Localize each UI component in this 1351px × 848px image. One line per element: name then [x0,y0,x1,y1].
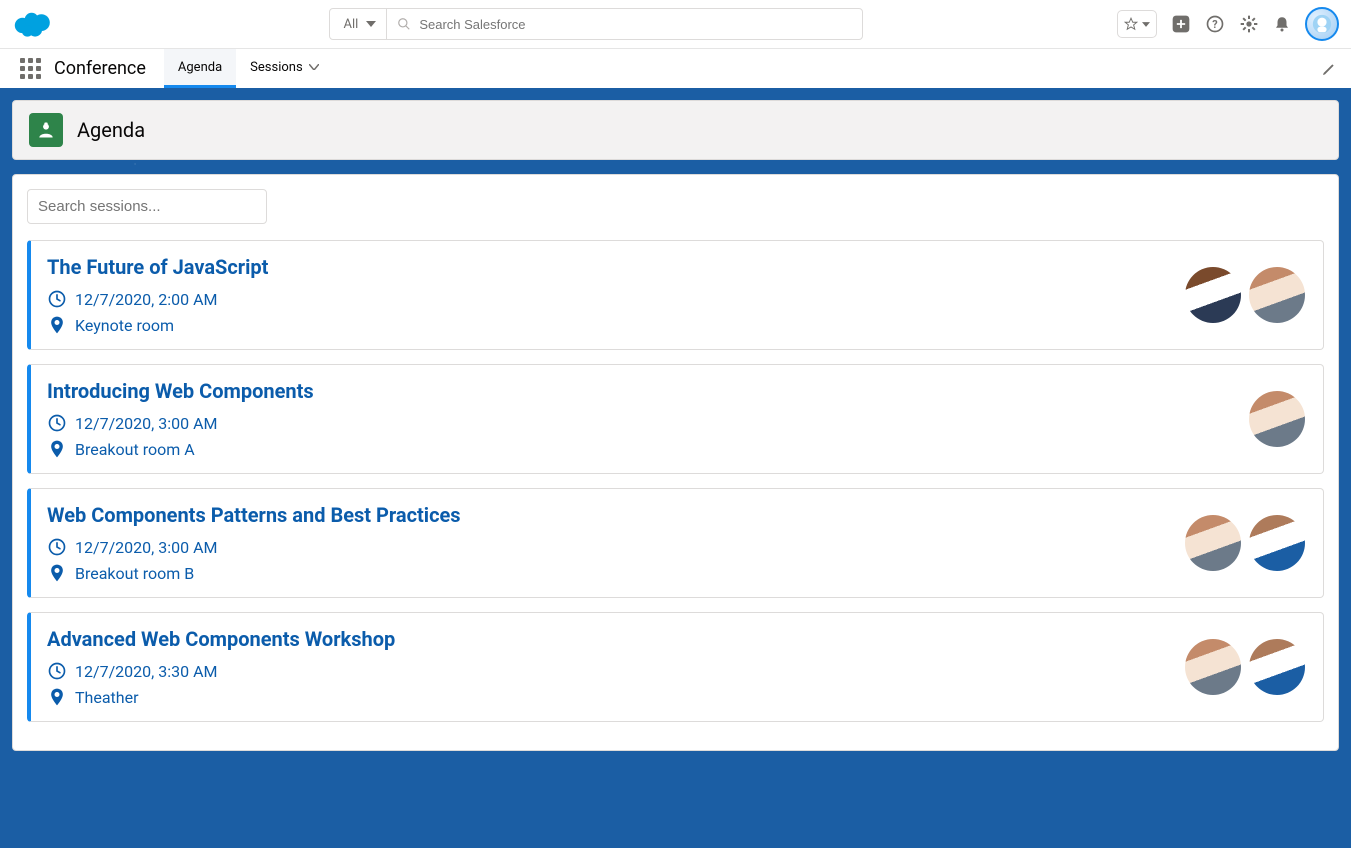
speaker-avatar[interactable] [1185,515,1241,571]
session-room: Breakout room A [75,440,195,459]
user-avatar[interactable] [1305,7,1339,41]
star-icon [1124,17,1138,31]
session-search-input[interactable] [27,189,267,224]
pencil-icon [1321,61,1337,77]
session-datetime: 12/7/2020, 3:30 AM [75,662,218,681]
caret-down-icon [1142,22,1150,27]
nav-tabs: Agenda Sessions [164,49,333,88]
session-card[interactable]: Web Components Patterns and Best Practic… [27,488,1324,598]
nav-tab-sessions[interactable]: Sessions [236,49,333,88]
search-icon [397,17,411,31]
session-speakers [1185,639,1305,695]
session-room: Breakout room B [75,564,194,583]
global-search: All [329,8,863,40]
speaker-avatar[interactable] [1249,639,1305,695]
session-card[interactable]: Advanced Web Components Workshop 12/7/202… [27,612,1324,722]
search-input[interactable] [419,17,861,32]
help-button[interactable]: ? [1205,14,1225,34]
session-speakers [1185,267,1305,323]
notifications-button[interactable] [1273,14,1291,34]
session-datetime-row: 12/7/2020, 3:30 AM [47,661,395,681]
svg-text:?: ? [1212,18,1217,31]
session-datetime-row: 12/7/2020, 2:00 AM [47,289,268,309]
agenda-icon [36,120,56,140]
header-center: All [74,8,1117,40]
location-pin-icon [47,439,67,459]
page-title: Agenda [77,118,145,142]
agenda-card: The Future of JavaScript 12/7/2020, 2:00 … [12,174,1339,751]
location-pin-icon [47,687,67,707]
clock-icon [47,537,67,557]
session-title[interactable]: The Future of JavaScript [47,255,268,279]
clock-icon [47,289,67,309]
speaker-avatar[interactable] [1185,267,1241,323]
speaker-avatar[interactable] [1249,267,1305,323]
nav-tab-agenda[interactable]: Agenda [164,49,236,88]
sessions-list: The Future of JavaScript 12/7/2020, 2:00 … [27,240,1324,722]
session-speakers [1249,391,1305,447]
session-info: Advanced Web Components Workshop 12/7/202… [47,627,395,707]
location-pin-icon [47,563,67,583]
caret-down-icon [366,21,376,27]
session-info: The Future of JavaScript 12/7/2020, 2:00 … [47,255,268,335]
salesforce-logo[interactable] [12,9,54,39]
setup-button[interactable] [1239,14,1259,34]
search-scope-selector[interactable]: All [330,9,388,39]
search-scope-label: All [344,17,359,32]
header-actions: ? [1117,7,1339,41]
nav-tab-label: Agenda [178,60,222,75]
edit-nav-button[interactable] [1307,49,1351,88]
favorites-button[interactable] [1117,10,1157,38]
gear-icon [1239,14,1259,34]
session-room-row: Theather [47,687,395,707]
session-card[interactable]: Introducing Web Components 12/7/2020, 3:0… [27,364,1324,474]
session-speakers [1185,515,1305,571]
nav-tab-label: Sessions [250,60,303,75]
speaker-avatar[interactable] [1185,639,1241,695]
chevron-down-icon [309,64,319,70]
app-launcher-button[interactable] [10,49,50,88]
session-datetime-row: 12/7/2020, 3:00 AM [47,413,314,433]
global-header: All ? [0,0,1351,48]
session-room-row: Keynote room [47,315,268,335]
page-header: Agenda [12,100,1339,160]
session-title[interactable]: Introducing Web Components [47,379,314,403]
bell-icon [1273,14,1291,34]
session-datetime: 12/7/2020, 3:00 AM [75,414,218,433]
session-room: Keynote room [75,316,174,335]
session-datetime: 12/7/2020, 3:00 AM [75,538,218,557]
astro-avatar-icon [1311,13,1333,35]
content-area: Agenda The Future of JavaScript 12/7/2020… [0,88,1351,848]
app-name: Conference [50,49,164,88]
session-info: Web Components Patterns and Best Practic… [47,503,461,583]
session-datetime-row: 12/7/2020, 3:00 AM [47,537,461,557]
speaker-avatar[interactable] [1249,515,1305,571]
session-title[interactable]: Web Components Patterns and Best Practic… [47,503,461,527]
session-title[interactable]: Advanced Web Components Workshop [47,627,395,651]
add-button[interactable] [1171,14,1191,34]
session-info: Introducing Web Components 12/7/2020, 3:0… [47,379,314,459]
session-datetime: 12/7/2020, 2:00 AM [75,290,218,309]
clock-icon [47,661,67,681]
clock-icon [47,413,67,433]
session-card[interactable]: The Future of JavaScript 12/7/2020, 2:00 … [27,240,1324,350]
waffle-icon [20,58,41,79]
session-room: Theather [75,688,139,707]
search-input-wrap [387,9,861,39]
app-nav-bar: Conference Agenda Sessions [0,48,1351,88]
speaker-avatar[interactable] [1249,391,1305,447]
session-room-row: Breakout room A [47,439,314,459]
location-pin-icon [47,315,67,335]
page-icon [29,113,63,147]
session-room-row: Breakout room B [47,563,461,583]
